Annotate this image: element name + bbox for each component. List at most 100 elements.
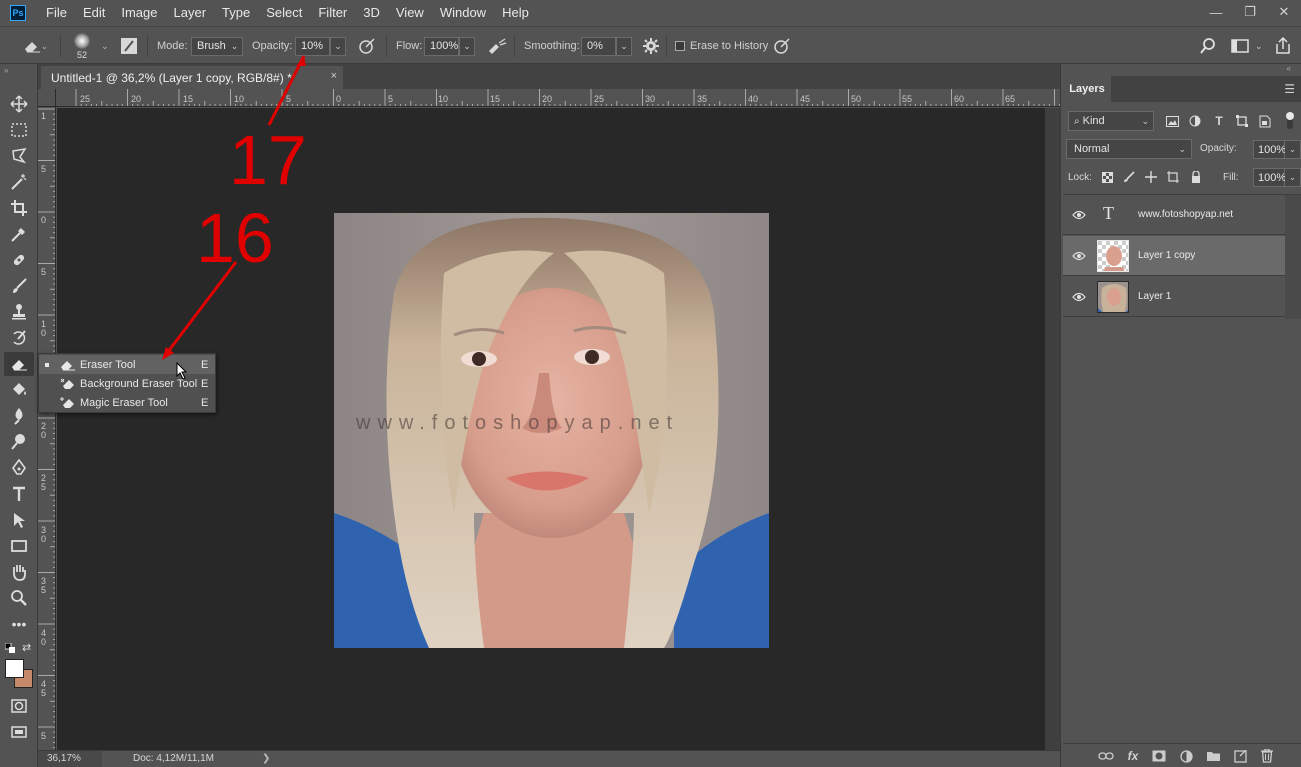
new-group-folder-icon[interactable]	[1205, 748, 1221, 764]
opacity-input[interactable]: 10% ⌄	[295, 27, 346, 65]
filter-shape-icon[interactable]	[1235, 114, 1249, 128]
smoothing-gear-icon[interactable]	[643, 27, 659, 65]
fill-input[interactable]: 100%	[1253, 168, 1286, 187]
crop-tool-icon[interactable]	[4, 196, 34, 220]
hand-tool-icon[interactable]	[4, 560, 34, 584]
filter-pixel-icon[interactable]	[1165, 114, 1179, 128]
checkbox-box[interactable]	[675, 41, 685, 51]
default-colors-icon[interactable]	[4, 642, 15, 653]
flyout-item-magic-eraser-tool[interactable]: Magic Eraser Tool E	[39, 393, 215, 412]
eyedropper-tool-icon[interactable]	[4, 222, 34, 246]
brush-preset-picker[interactable]: 52	[74, 27, 90, 65]
marquee-tool-icon[interactable]	[4, 118, 34, 142]
magic-wand-tool-icon[interactable]	[4, 170, 34, 194]
layers-tab[interactable]: Layers	[1063, 76, 1111, 102]
airbrush-icon[interactable]	[487, 27, 507, 65]
move-tool-icon[interactable]	[4, 92, 34, 116]
eraser-preset-icon[interactable]	[22, 27, 42, 65]
link-layers-icon[interactable]	[1098, 748, 1114, 764]
menu-3d[interactable]: 3D	[355, 0, 388, 26]
history-brush-tool-icon[interactable]	[4, 326, 34, 350]
menu-edit[interactable]: Edit	[75, 0, 113, 26]
pressure-size-icon[interactable]	[773, 27, 791, 65]
menu-layer[interactable]: Layer	[166, 0, 215, 26]
new-adjustment-layer-icon[interactable]	[1178, 748, 1194, 764]
layer-filter-kind-select[interactable]: ⌕ Kind ⌄	[1068, 111, 1154, 131]
visibility-eye-icon[interactable]	[1071, 250, 1087, 262]
filter-adjustment-icon[interactable]	[1188, 114, 1202, 128]
preset-dropdown-icon[interactable]: ⌄	[41, 27, 48, 65]
close-button[interactable]: ✕	[1267, 0, 1301, 24]
fill-dropdown-icon[interactable]: ⌄	[1285, 168, 1301, 187]
flow-input[interactable]: 100% ⌄	[424, 27, 475, 65]
type-tool-icon[interactable]	[4, 482, 34, 506]
dodge-tool-icon[interactable]	[4, 430, 34, 454]
brush-dropdown-icon[interactable]: ⌄	[101, 27, 109, 65]
visibility-eye-icon[interactable]	[1071, 291, 1087, 303]
ruler-origin[interactable]	[38, 89, 56, 107]
workspace-icon[interactable]	[1231, 27, 1249, 65]
lock-transparent-pixels-icon[interactable]	[1100, 170, 1114, 184]
blur-tool-icon[interactable]	[4, 404, 34, 428]
new-layer-icon[interactable]	[1232, 748, 1248, 764]
filter-toggle-switch[interactable]	[1284, 111, 1296, 131]
vertical-ruler[interactable]: 1 5 0 5 1 0 1 5 2 0 2 5 3 0 3 5 4 0 4 5 …	[38, 107, 56, 750]
layer-opacity-dropdown-icon[interactable]: ⌄	[1285, 140, 1301, 159]
more-tools-icon[interactable]: •••	[4, 612, 34, 636]
eraser-tool-icon[interactable]	[4, 352, 34, 376]
zoom-tool-icon[interactable]	[4, 586, 34, 610]
screen-mode-icon[interactable]	[4, 720, 34, 744]
pen-tool-icon[interactable]	[4, 456, 34, 480]
path-selection-tool-icon[interactable]	[4, 508, 34, 532]
zoom-level[interactable]: 36,17%	[38, 751, 102, 767]
foreground-color-swatch[interactable]	[5, 659, 24, 678]
lock-artboard-icon[interactable]	[1166, 170, 1180, 184]
minimize-button[interactable]: —	[1199, 0, 1233, 24]
canvas-vertical-scrollbar[interactable]	[1045, 108, 1060, 750]
brush-tool-icon[interactable]	[4, 274, 34, 298]
menu-select[interactable]: Select	[258, 0, 310, 26]
flyout-item-eraser-tool[interactable]: Eraser Tool E	[39, 355, 215, 374]
menu-filter[interactable]: Filter	[310, 0, 355, 26]
lock-position-icon[interactable]	[1144, 170, 1158, 184]
layer-opacity-input[interactable]: 100%	[1253, 140, 1286, 159]
clone-stamp-tool-icon[interactable]	[4, 300, 34, 324]
horizontal-ruler[interactable]: 25 20 15 10 5 0 5 10 15 20 25 30 35 40 4…	[56, 89, 1060, 107]
menu-window[interactable]: Window	[432, 0, 494, 26]
layer-row-layer-1-copy[interactable]: Layer 1 copy	[1063, 236, 1285, 276]
visibility-eye-icon[interactable]	[1071, 209, 1087, 221]
layers-scrollbar[interactable]	[1285, 195, 1301, 319]
smoothing-input[interactable]: 0% ⌄	[581, 27, 632, 65]
filter-smart-object-icon[interactable]	[1258, 114, 1272, 128]
layer-row-layer-1[interactable]: Layer 1	[1063, 277, 1285, 317]
layer-style-fx-icon[interactable]: fx	[1125, 748, 1141, 764]
share-icon[interactable]	[1275, 27, 1291, 65]
lasso-tool-icon[interactable]	[4, 144, 34, 168]
pressure-opacity-icon[interactable]	[358, 27, 376, 65]
workspace-dropdown-icon[interactable]: ⌄	[1255, 27, 1263, 65]
menu-view[interactable]: View	[388, 0, 432, 26]
panel-menu-icon[interactable]: ☰	[1284, 82, 1295, 96]
search-icon[interactable]	[1200, 27, 1216, 65]
flyout-item-background-eraser-tool[interactable]: Background Eraser Tool E	[39, 374, 215, 393]
dock-collapse-icon[interactable]: «	[1287, 64, 1291, 73]
filter-type-icon[interactable]: T	[1212, 114, 1226, 128]
delete-layer-trash-icon[interactable]	[1259, 748, 1275, 764]
lock-image-pixels-icon[interactable]	[1122, 170, 1136, 184]
lock-all-icon[interactable]	[1189, 170, 1203, 184]
erase-history-checkbox[interactable]: Erase to History	[675, 27, 768, 65]
rectangle-tool-icon[interactable]	[4, 534, 34, 558]
layer-row-text[interactable]: T www.fotoshopyap.net	[1063, 195, 1285, 235]
quick-mask-icon[interactable]	[4, 694, 34, 718]
menu-file[interactable]: File	[38, 0, 75, 26]
document-close-icon[interactable]: ×	[331, 70, 337, 82]
menu-help[interactable]: Help	[494, 0, 537, 26]
toolbar-collapse-icon[interactable]: »	[4, 66, 8, 75]
blend-mode-select[interactable]: Normal ⌄	[1066, 139, 1192, 159]
mode-select[interactable]: Brush ⌄	[191, 27, 243, 65]
menu-type[interactable]: Type	[214, 0, 258, 26]
restore-button[interactable]: ❐	[1233, 0, 1267, 24]
brush-settings-icon[interactable]	[120, 27, 138, 65]
status-menu-icon[interactable]: ❯	[262, 751, 270, 767]
paint-bucket-tool-icon[interactable]	[4, 378, 34, 402]
